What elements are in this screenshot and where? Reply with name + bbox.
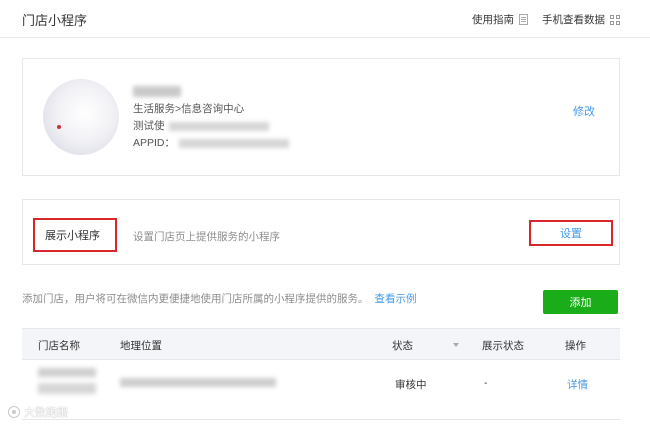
add-store-button[interactable]: 添加 [543, 290, 618, 314]
sort-caret-icon[interactable] [453, 343, 459, 347]
mini-program-profile-card: 生活服务>信息咨询中心 测试使 APPID： 修改 [22, 58, 620, 176]
column-location: 地理位置 [120, 340, 162, 352]
usage-guide-link[interactable]: 使用指南 [472, 12, 528, 27]
blurred-store-name [38, 368, 96, 394]
row-display-status: - [484, 377, 488, 389]
column-display-status: 展示状态 [482, 340, 524, 352]
setting-link[interactable]: 设置 [529, 220, 613, 246]
profile-test-prefix: 测试使 [133, 120, 165, 132]
profile-test-line: 测试使 [133, 118, 289, 135]
profile-info: 生活服务>信息咨询中心 测试使 APPID： [133, 83, 290, 152]
table-header: 门店名称 地理位置 状态 展示状态 操作 [22, 328, 620, 360]
blurred-appid-value [179, 138, 290, 148]
add-store-notice: 添加门店，用户将可在微信内更便捷地使用门店所属的小程序提供的服务。 查看示例 [22, 291, 417, 306]
details-link[interactable]: 详情 [567, 377, 588, 392]
row-status: 审核中 [395, 379, 427, 391]
show-mini-program-card: 展示小程序 设置门店页上提供服务的小程序 设置 [22, 199, 620, 265]
usage-guide-label: 使用指南 [472, 14, 514, 26]
column-status[interactable]: 状态 [392, 338, 413, 353]
column-store-name: 门店名称 [38, 340, 80, 352]
add-store-notice-text: 添加门店，用户将可在微信内更便捷地使用门店所属的小程序提供的服务。 [22, 293, 369, 305]
show-mini-program-label: 展示小程序 [33, 218, 117, 252]
watermark: 大数跑跟 [8, 404, 68, 420]
store-table: 门店名称 地理位置 状态 展示状态 操作 审核中 - 详情 [22, 328, 620, 428]
avatar [43, 79, 119, 155]
mobile-data-label: 手机查看数据 [542, 14, 605, 26]
appid-label: APPID： [133, 137, 176, 149]
profile-category: 生活服务>信息咨询中心 [133, 103, 245, 115]
table-row: 审核中 - 详情 [22, 360, 620, 420]
watermark-logo-icon [8, 406, 20, 418]
guide-doc-icon [519, 14, 528, 25]
view-example-link[interactable]: 查看示例 [375, 293, 417, 305]
blurred-program-name [133, 86, 181, 97]
page-title: 门店小程序 [22, 13, 88, 28]
mobile-data-link[interactable]: 手机查看数据 [542, 12, 620, 27]
watermark-text: 大数跑跟 [24, 407, 68, 419]
profile-appid-line: APPID： [133, 135, 290, 152]
blurred-test-value [168, 121, 269, 131]
qrcode-icon [610, 14, 620, 25]
column-action: 操作 [565, 340, 586, 352]
header-links: 使用指南 手机查看数据 [458, 12, 620, 27]
page-header: 门店小程序 使用指南 手机查看数据 [0, 0, 650, 38]
edit-link[interactable]: 修改 [573, 103, 595, 119]
blurred-store-location [120, 378, 276, 387]
show-mini-program-description: 设置门店页上提供服务的小程序 [133, 231, 280, 243]
